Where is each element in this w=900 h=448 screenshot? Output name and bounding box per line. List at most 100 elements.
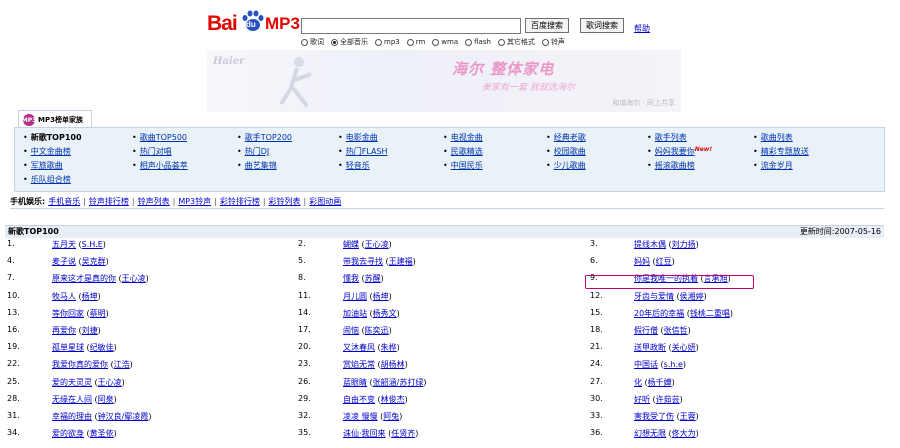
artist-link[interactable]: 杨秀文 <box>373 309 397 318</box>
category-item[interactable]: • 歌手列表 <box>647 132 687 143</box>
artist-link[interactable]: 苏醒 <box>365 274 381 283</box>
radio-button-icon[interactable] <box>301 38 308 46</box>
category-link[interactable]: 热门对唱 <box>140 147 172 156</box>
song-title-link[interactable]: 懂我 <box>343 274 359 283</box>
mobile-link[interactable]: 彩铃排行榜 <box>220 196 260 207</box>
song-title-link[interactable]: 闹恼 <box>343 326 359 335</box>
artist-link[interactable]: 吴克群 <box>82 257 106 266</box>
artist-link[interactable]: 王心凌 <box>122 274 146 283</box>
category-item[interactable]: • 中文金曲榜 <box>23 146 71 157</box>
song-title-link[interactable]: 自由不变 <box>343 395 375 404</box>
song-title-link[interactable]: 等你回家 <box>52 309 84 318</box>
format-radio-option[interactable]: flash <box>465 37 491 47</box>
artist-link[interactable]: 张韶涵/苏打绿 <box>373 378 424 387</box>
category-link[interactable]: 中国民乐 <box>451 161 483 170</box>
format-radio-option[interactable]: 铃声 <box>541 37 565 47</box>
artist-link[interactable]: s.h.e <box>664 360 683 369</box>
artist-link[interactable]: 杨千嬅 <box>648 378 672 387</box>
song-title-link[interactable]: 假行僧 <box>634 326 658 335</box>
song-title-link[interactable]: 幸福的理由 <box>52 412 92 421</box>
artist-link[interactable]: S.H.E <box>82 240 103 249</box>
category-item[interactable]: • 热门FLASH <box>338 146 388 157</box>
format-radio-option[interactable]: rm <box>406 37 425 47</box>
category-link[interactable]: 曲艺集锦 <box>245 161 277 170</box>
mobile-link[interactable]: MP3铃声 <box>178 196 211 207</box>
song-title-link[interactable]: 诛仙·我回来 <box>343 429 386 438</box>
artist-link[interactable]: 刘捷 <box>82 326 98 335</box>
artist-link[interactable]: 阿兔 <box>383 412 399 421</box>
artist-link[interactable]: 林俊杰 <box>381 395 405 404</box>
artist-link[interactable]: 蔡明 <box>90 309 106 318</box>
song-title-link[interactable]: 加油站 <box>343 309 367 318</box>
search-input[interactable] <box>301 18 521 34</box>
category-item[interactable]: • 轻音乐 <box>338 160 370 171</box>
category-link[interactable]: 电视金曲 <box>451 133 483 142</box>
category-item[interactable]: • 精彩专题放送 <box>753 146 809 157</box>
radio-button-icon[interactable] <box>497 38 505 46</box>
category-item[interactable]: • 校园歌曲 <box>546 146 586 157</box>
ad-banner[interactable]: Haier 海尔 整体家电 美家有一套 我就选海尔 和谐海尔 · 同上共享 <box>207 50 681 112</box>
song-title-link[interactable]: 好听 <box>634 395 650 404</box>
song-title-link[interactable]: 无缘在人间 <box>52 395 92 404</box>
artist-link[interactable]: 王心凌 <box>365 240 389 249</box>
song-title-link[interactable]: 妈妈 <box>634 257 650 266</box>
radio-button-icon[interactable] <box>375 38 382 46</box>
category-item[interactable]: • 民歌精选 <box>443 146 483 157</box>
category-item[interactable]: • 电视金曲 <box>443 132 483 143</box>
category-link[interactable]: 军旅歌曲 <box>31 161 63 170</box>
category-link[interactable]: 歌曲TOP500 <box>140 133 187 142</box>
song-title-link[interactable]: 又沐春风 <box>343 343 375 352</box>
category-link[interactable]: 电影金曲 <box>346 133 378 142</box>
artist-link[interactable]: 钱桃二重唱 <box>690 309 730 318</box>
artist-link[interactable]: 杨坤 <box>82 292 98 301</box>
category-item[interactable]: • 军旅歌曲 <box>23 160 63 171</box>
category-link[interactable]: 流金岁月 <box>761 161 793 170</box>
artist-link[interactable]: 王心凌 <box>98 378 122 387</box>
mobile-link[interactable]: 彩铃列表 <box>269 196 301 207</box>
song-title-link[interactable]: 化 <box>634 378 642 387</box>
song-title-link[interactable]: 月儿圆 <box>343 292 367 301</box>
category-item[interactable]: • 相声小品荟萃 <box>132 160 188 171</box>
category-item[interactable]: • 流金岁月 <box>753 160 793 171</box>
category-item[interactable]: • 曲艺集锦 <box>237 160 277 171</box>
mobile-link[interactable]: 手机音乐 <box>48 196 80 207</box>
song-title-link[interactable]: 麦子说 <box>52 257 76 266</box>
category-item[interactable]: • 中国民乐 <box>443 160 483 171</box>
format-radio-option[interactable]: mp3 <box>375 37 400 47</box>
category-link[interactable]: 民歌精选 <box>451 147 483 156</box>
radio-button-icon[interactable] <box>432 38 440 46</box>
category-link[interactable]: 相声小品荟萃 <box>140 161 188 170</box>
category-item[interactable]: • 新歌TOP100 <box>23 132 82 143</box>
category-link[interactable]: 热门DJ <box>245 147 270 156</box>
artist-link[interactable]: 张信哲 <box>664 326 688 335</box>
song-title-link[interactable]: 牧马人 <box>52 292 76 301</box>
artist-link[interactable]: 王蓉 <box>680 412 696 421</box>
song-title-link[interactable]: 带我去寻找 <box>343 257 383 266</box>
category-link[interactable]: 中文金曲榜 <box>31 147 71 156</box>
format-radio-option[interactable]: wma <box>432 37 458 47</box>
category-link[interactable]: 歌曲列表 <box>761 133 793 142</box>
song-title-link[interactable]: 幻想无限 <box>634 429 666 438</box>
artist-link[interactable]: 钟汉良/鄢凌霞 <box>98 412 149 421</box>
category-link[interactable]: 校园歌曲 <box>554 147 586 156</box>
category-item[interactable]: • 摇滚歌曲榜 <box>647 160 695 171</box>
category-item[interactable]: • 少儿歌曲 <box>546 160 586 171</box>
radio-button-icon[interactable] <box>541 38 549 46</box>
song-title-link[interactable]: 爱的天灵灵 <box>52 378 92 387</box>
song-title-link[interactable]: 孤单星球 <box>52 343 84 352</box>
artist-link[interactable]: 佟大为 <box>672 429 696 438</box>
song-title-link[interactable]: 凌凌 慢慢 <box>343 412 378 421</box>
artist-link[interactable]: 江浩 <box>114 360 130 369</box>
category-link[interactable]: 摇滚歌曲榜 <box>655 161 695 170</box>
category-link[interactable]: 轻音乐 <box>346 161 370 170</box>
format-radio-option[interactable]: 其它格式 <box>497 37 535 47</box>
artist-link[interactable]: 杨坤 <box>373 292 389 301</box>
radio-button-icon[interactable] <box>331 38 338 46</box>
song-title-link[interactable]: 赏焰无常 <box>343 360 375 369</box>
mobile-link[interactable]: 铃声排行榜 <box>89 196 129 207</box>
artist-link[interactable]: 胡杨林 <box>381 360 405 369</box>
help-link[interactable]: 帮助 <box>634 23 650 34</box>
song-title-link[interactable]: 我爱你真的爱你 <box>52 360 108 369</box>
artist-link[interactable]: 刘力扬 <box>672 240 696 249</box>
format-radio-option[interactable]: 全部音乐 <box>331 37 368 47</box>
